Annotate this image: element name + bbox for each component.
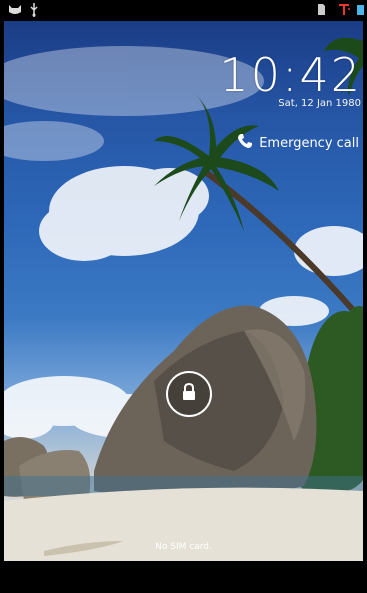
phone-icon bbox=[237, 133, 253, 153]
lock-icon bbox=[179, 382, 199, 406]
unlock-button[interactable] bbox=[166, 371, 212, 417]
no-signal-icon bbox=[338, 3, 350, 20]
status-bar bbox=[0, 0, 367, 21]
clock-date: Sat, 12 Jan 1980 bbox=[278, 98, 361, 109]
sd-card-icon bbox=[317, 3, 326, 20]
battery-icon bbox=[356, 3, 365, 20]
emergency-call-button[interactable]: Emergency call bbox=[237, 133, 359, 153]
lock-screen: 10:42 Sat, 12 Jan 1980 Emergency call No… bbox=[0, 0, 367, 593]
cat-icon bbox=[8, 3, 22, 19]
navigation-bar bbox=[0, 561, 367, 593]
sim-status-text: No SIM card. bbox=[155, 542, 212, 552]
clock-time: 10:42 bbox=[219, 48, 362, 102]
usb-icon bbox=[29, 3, 39, 21]
emergency-call-label: Emergency call bbox=[259, 135, 359, 151]
